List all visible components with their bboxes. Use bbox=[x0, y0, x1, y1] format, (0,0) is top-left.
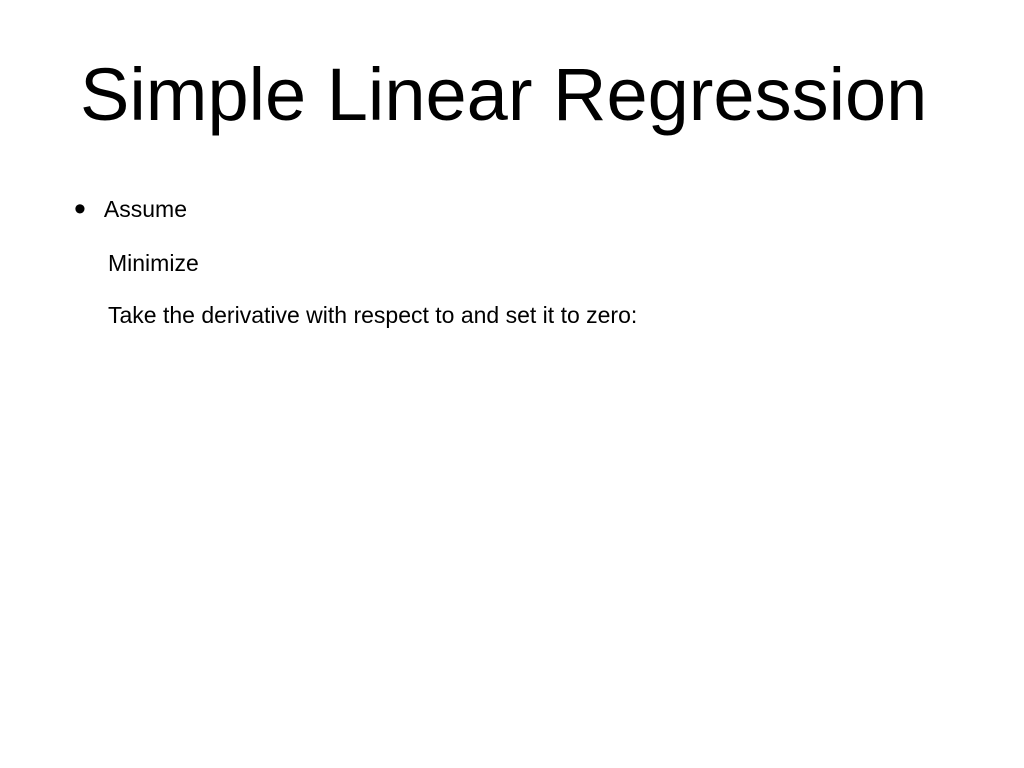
bullet-text-assume: Assume bbox=[104, 196, 187, 224]
bullet-dot-icon: • bbox=[74, 192, 86, 226]
body-text-derivative: Take the derivative with respect to and … bbox=[108, 302, 637, 329]
body-text-minimize: Minimize bbox=[108, 250, 199, 277]
slide-title: Simple Linear Regression bbox=[80, 56, 984, 134]
bullet-item: • Assume bbox=[74, 196, 187, 226]
slide: Simple Linear Regression • Assume Minimi… bbox=[0, 0, 1024, 768]
